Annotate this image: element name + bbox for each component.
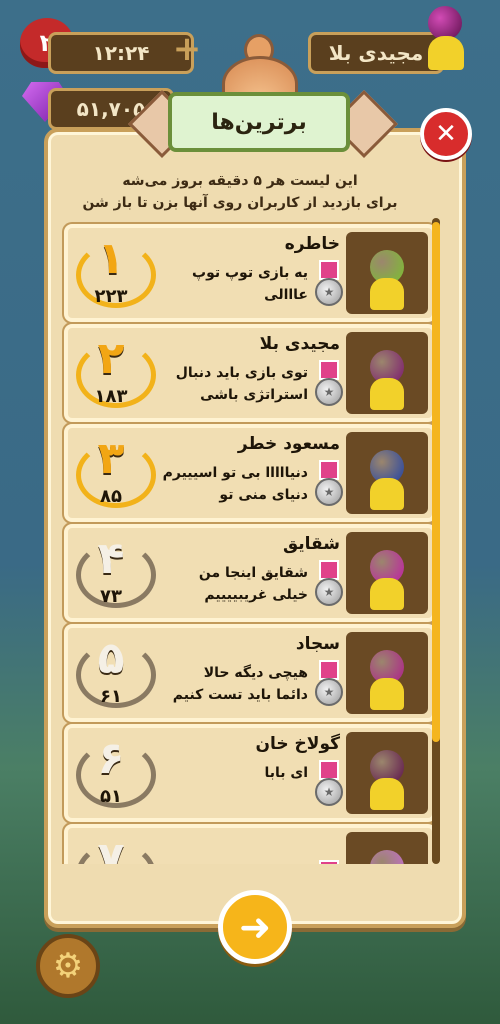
medal-icon: ★ [314, 560, 343, 608]
rank-badge: ۳ ۸۵ [74, 432, 156, 514]
avatar-body [370, 578, 404, 610]
dialog-title-ribbon: برترین‌ها [168, 92, 350, 152]
player-avatar [346, 332, 428, 414]
back-arrow-button[interactable]: ➜ [218, 890, 292, 964]
status-line-1: شقایق اینجا من [198, 565, 308, 581]
player-status: هیچی دیگه حالا دائما باید تست کنیم [158, 662, 308, 706]
rank-number: ۵ [97, 633, 125, 684]
rank-number: ۳ [97, 433, 125, 484]
leaderboard-row[interactable]: سجاد ★ هیچی دیگه حالا دائما باید تست کنی… [64, 624, 432, 722]
status-line-1: توی بازی باید دنبال [175, 365, 308, 381]
player-score: ۵۱ [100, 786, 122, 807]
player-avatar-body [428, 36, 464, 70]
player-status: شقایق اینجا من خیلی غریبییییم [158, 562, 308, 606]
rank-badge: ۶ ۵۱ [74, 732, 156, 814]
timer-value: ۱۲:۲۴ [92, 41, 150, 65]
player-avatar [346, 532, 428, 614]
medal-icon: ★ [314, 260, 343, 308]
leaderboard-row[interactable]: خاطره ★ یه بازی توپ توپ عااالی ۱ ۲۲۳ [64, 224, 432, 322]
player-status: ای بابا [158, 762, 308, 784]
player-name: خاطره [284, 234, 340, 254]
rank-badge: ۴ ۷۳ [74, 532, 156, 614]
leaderboard-row[interactable]: گولاخ خان ★ ای بابا ۶ ۵۱ [64, 724, 432, 822]
close-button[interactable]: ✕ [420, 108, 472, 160]
status-line-1: هیچی دیگه حالا [203, 665, 308, 681]
add-lives-button[interactable]: + [172, 32, 202, 66]
player-status: توی بازی باید دنبال استراتژی باشی [158, 362, 308, 406]
player-status: یه بازی توپ توپ عااالی [158, 262, 308, 306]
username-label: مجیدی بلا [328, 41, 424, 65]
status-line-2: دائما باید تست کنیم [172, 687, 308, 703]
refresh-notice: این لیست هر ۵ دقیقه بروز می‌شه برای بازد… [80, 170, 400, 214]
player-score: ۱۸۳ [94, 386, 128, 407]
rank-number: ۷ [97, 833, 125, 865]
leaderboard-list[interactable]: خاطره ★ یه بازی توپ توپ عااالی ۱ ۲۲۳ مجی… [60, 220, 432, 864]
status-line-1: یه بازی توپ توپ [192, 265, 308, 281]
medal-icon: ★ [314, 360, 343, 408]
avatar-body [370, 778, 404, 810]
player-avatar [346, 632, 428, 714]
leaderboard-row[interactable]: مسعود خطر ★ دنیااااا بی تو اسیییرم دنیای… [64, 424, 432, 522]
settings-gear-icon[interactable]: ⚙ [36, 934, 100, 998]
rank-badge: ۵ ۶۱ [74, 632, 156, 714]
rank-number: ۱ [97, 233, 125, 284]
medal-icon: ★ [314, 460, 343, 508]
player-name: مسعود خطر [237, 434, 340, 454]
status-line-2: عااالی [264, 287, 308, 303]
notice-line-1: این لیست هر ۵ دقیقه بروز می‌شه [122, 173, 358, 189]
player-avatar-ball [428, 6, 462, 40]
player-avatar [346, 832, 428, 864]
rank-number: ۴ [97, 533, 125, 584]
rank-badge: ۷ [74, 832, 156, 865]
username-display[interactable]: مجیدی بلا [308, 32, 444, 74]
avatar-body [370, 478, 404, 510]
status-line-1: ای بابا [264, 765, 308, 781]
status-line-2: استراتژی باشی [200, 387, 308, 403]
player-avatar [346, 732, 428, 814]
player-name: شقایق [282, 534, 340, 554]
player-name: سجاد [295, 634, 340, 654]
medal-icon: ★ [314, 660, 343, 708]
status-line-1: دنیااااا بی تو اسیییرم [162, 465, 308, 481]
rank-number: ۲ [97, 333, 125, 384]
avatar-ball [370, 850, 404, 864]
player-score: ۶۱ [100, 686, 122, 707]
player-score: ۲۲۳ [94, 286, 128, 307]
leaderboard-row[interactable]: شقایق ★ شقایق اینجا من خیلی غریبییییم ۴ … [64, 524, 432, 622]
notice-line-2: برای بازدید از کاربران روی آنها بزن تا ب… [82, 195, 398, 211]
player-name: گولاخ خان [255, 734, 340, 754]
player-avatar [346, 232, 428, 314]
medal-icon: ★ [314, 860, 340, 864]
rank-number: ۶ [97, 733, 125, 784]
avatar-body [370, 278, 404, 310]
rank-badge: ۲ ۱۸۳ [74, 332, 156, 414]
leaderboard-row[interactable]: مجیدی بلا ★ توی بازی باید دنبال استراتژی… [64, 324, 432, 422]
player-name: مجیدی بلا [259, 334, 340, 354]
medal-icon: ★ [314, 760, 343, 808]
dialog-title: برترین‌ها [211, 109, 307, 135]
leaderboard-row[interactable]: ★ ۷ [64, 824, 432, 864]
rank-badge: ۱ ۲۲۳ [74, 232, 156, 314]
player-score: ۷۳ [100, 586, 122, 607]
status-line-2: دنیای منی تو [219, 487, 308, 503]
scrollbar-thumb[interactable] [432, 222, 440, 742]
avatar-body [370, 378, 404, 410]
status-line-2: خیلی غریبییییم [204, 587, 308, 603]
avatar-body [370, 678, 404, 710]
player-avatar [346, 432, 428, 514]
player-score: ۸۵ [100, 486, 122, 507]
player-status: دنیااااا بی تو اسیییرم دنیای منی تو [158, 462, 308, 506]
